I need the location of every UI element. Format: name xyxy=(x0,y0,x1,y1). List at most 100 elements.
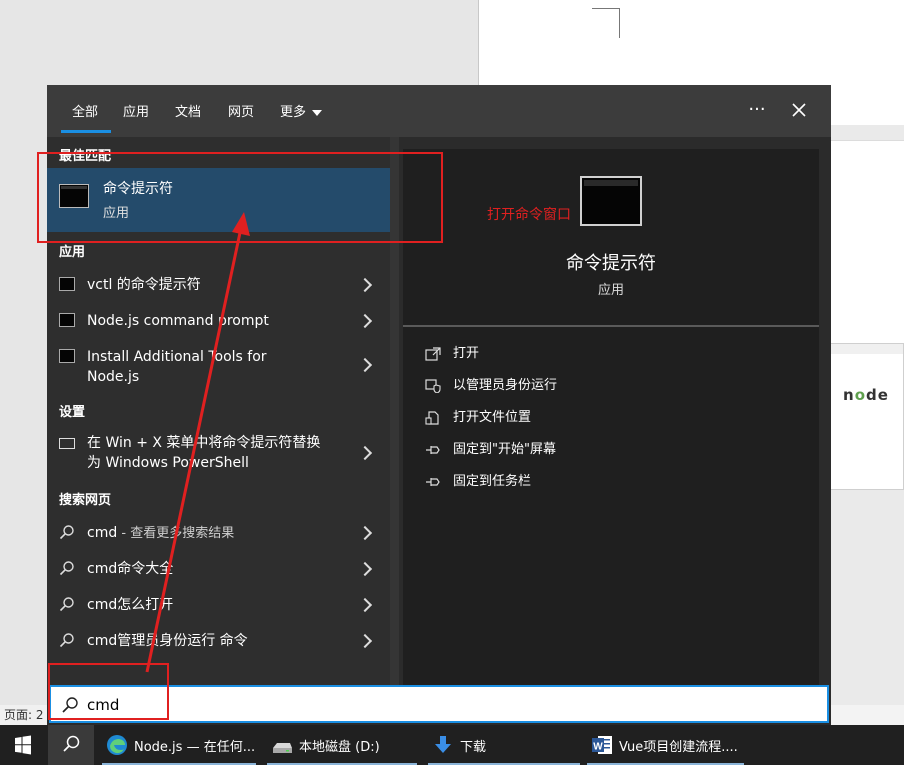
taskbar-app-explorer[interactable]: 本地磁盘 (D:) xyxy=(263,725,421,765)
list-item[interactable]: cmd管理员身份运行 命令 xyxy=(47,627,390,655)
detail-title: 命令提示符 xyxy=(566,253,656,274)
ellipsis-icon[interactable]: ··· xyxy=(744,97,770,123)
monitor-icon xyxy=(59,438,75,449)
node-logo: node xyxy=(843,386,889,404)
list-item[interactable]: Install Additional Tools for Node.js xyxy=(47,343,390,387)
list-item-label: cmd怎么打开 xyxy=(87,597,174,613)
command-prompt-icon xyxy=(59,277,75,291)
tab-all[interactable]: 全部 xyxy=(72,101,98,120)
edge-icon xyxy=(107,735,127,755)
action-open-file-location[interactable]: 打开文件位置 xyxy=(425,408,531,428)
taskbar-app-label: Node.js — 在任何... xyxy=(134,740,256,755)
chevron-down-icon xyxy=(312,109,323,116)
drive-icon xyxy=(273,743,292,753)
search-icon xyxy=(59,597,74,612)
taskbar: Node.js — 在任何... 本地磁盘 (D:) 下载 W Vue项目创建流… xyxy=(0,725,904,765)
list-item-label: Install Additional Tools for Node.js xyxy=(87,349,267,385)
tab-web[interactable]: 网页 xyxy=(228,101,254,120)
search-icon xyxy=(62,697,78,713)
action-pin-to-start[interactable]: 固定到"开始"屏幕 xyxy=(425,440,556,460)
list-item-label: cmd命令大全 xyxy=(87,561,174,577)
list-item[interactable]: Node.js command prompt xyxy=(47,307,390,335)
list-item-label: cmd - 查看更多搜索结果 xyxy=(87,523,357,544)
detail-pane: 命令提示符 应用 打开 以管理员身份运行 打开文件位置 固定到"开始"屏幕 固定… xyxy=(403,149,819,685)
list-item[interactable]: cmd怎么打开 xyxy=(47,591,390,619)
results-scrollbar[interactable] xyxy=(390,137,399,685)
settings-header: 设置 xyxy=(59,405,86,420)
action-label: 打开 xyxy=(453,346,480,361)
list-item-label: cmd管理员身份运行 命令 xyxy=(87,633,248,649)
pin-icon xyxy=(426,446,440,454)
chevron-right-icon[interactable] xyxy=(357,525,373,541)
detail-divider xyxy=(403,325,819,327)
taskbar-app-word[interactable]: W Vue项目创建流程.... xyxy=(583,725,748,765)
tab-apps[interactable]: 应用 xyxy=(123,101,149,120)
tab-documents[interactable]: 文档 xyxy=(175,101,201,120)
taskbar-app-label: 下载 xyxy=(460,740,487,755)
best-match-header: 最佳匹配 xyxy=(59,149,112,164)
chevron-right-icon[interactable] xyxy=(357,597,373,613)
pin-icon xyxy=(426,478,440,486)
start-button[interactable] xyxy=(0,725,46,765)
action-label: 打开文件位置 xyxy=(453,410,532,425)
command-prompt-icon xyxy=(580,176,642,226)
search-icon xyxy=(59,633,74,648)
tab-more-label: 更多 xyxy=(280,105,307,120)
windows-logo-icon xyxy=(15,735,31,755)
chevron-right-icon[interactable] xyxy=(357,357,373,373)
command-prompt-icon xyxy=(59,349,75,363)
search-box[interactable] xyxy=(49,685,829,723)
search-icon xyxy=(59,525,74,540)
web-search-header: 搜索网页 xyxy=(59,493,112,508)
word-icon: W xyxy=(592,736,612,754)
open-icon xyxy=(425,347,441,361)
document-corner-mark xyxy=(592,8,620,38)
action-label: 固定到任务栏 xyxy=(453,474,532,489)
search-tabs-bar: 全部 应用 文档 网页 更多 ··· xyxy=(47,85,831,137)
list-item-label: vctl 的命令提示符 xyxy=(87,277,201,293)
chevron-right-icon[interactable] xyxy=(357,313,373,329)
start-search-panel: 全部 应用 文档 网页 更多 ··· 最佳匹配 命令提示符 应用 应用 vctl… xyxy=(47,85,831,725)
chevron-right-icon[interactable] xyxy=(357,633,373,649)
action-run-as-admin[interactable]: 以管理员身份运行 xyxy=(425,376,557,396)
best-match-subtitle: 应用 xyxy=(103,206,130,221)
chevron-right-icon[interactable] xyxy=(357,445,373,461)
close-icon[interactable] xyxy=(786,97,812,123)
annotation-label: 打开命令窗口 xyxy=(487,207,571,223)
list-item-label: 在 Win + X 菜单中将命令提示符替换为 Windows PowerShel… xyxy=(87,435,321,471)
list-item[interactable]: 在 Win + X 菜单中将命令提示符替换为 Windows PowerShel… xyxy=(47,431,390,475)
list-item[interactable]: cmd - 查看更多搜索结果 xyxy=(47,519,390,547)
taskbar-app-label: 本地磁盘 (D:) xyxy=(299,740,380,755)
active-tab-indicator xyxy=(61,130,111,133)
action-pin-to-taskbar[interactable]: 固定到任务栏 xyxy=(425,472,531,492)
command-prompt-icon xyxy=(59,313,75,327)
taskbar-search-button[interactable] xyxy=(48,725,94,765)
taskbar-app-edge[interactable]: Node.js — 在任何... xyxy=(98,725,260,765)
svg-text:W: W xyxy=(593,742,603,753)
chevron-right-icon[interactable] xyxy=(357,561,373,577)
search-input[interactable] xyxy=(87,693,787,717)
action-label: 以管理员身份运行 xyxy=(453,378,558,393)
action-open[interactable]: 打开 xyxy=(425,344,479,364)
list-item[interactable]: vctl 的命令提示符 xyxy=(47,271,390,299)
best-match-title: 命令提示符 xyxy=(103,181,173,197)
results-list: 最佳匹配 命令提示符 应用 应用 vctl 的命令提示符 Node.js com… xyxy=(47,137,390,685)
search-icon xyxy=(59,561,74,576)
apps-header: 应用 xyxy=(59,245,86,260)
document-page-indicator: 页面: 2 xyxy=(0,705,48,725)
node-setup-titlebar xyxy=(831,344,903,354)
list-item-label: Node.js command prompt xyxy=(87,313,269,329)
search-icon xyxy=(63,735,80,752)
action-label: 固定到"开始"屏幕 xyxy=(453,442,556,457)
detail-subtitle: 应用 xyxy=(597,283,624,298)
chevron-right-icon[interactable] xyxy=(357,277,373,293)
tab-more[interactable]: 更多 xyxy=(280,101,323,120)
download-icon xyxy=(435,736,451,753)
file-location-icon xyxy=(425,411,439,425)
background-node-setup-window: node xyxy=(830,343,904,490)
web-query-suffix: - 查看更多搜索结果 xyxy=(117,526,235,541)
list-item[interactable]: cmd命令大全 xyxy=(47,555,390,583)
best-match-item[interactable]: 命令提示符 应用 xyxy=(47,168,390,232)
command-prompt-icon xyxy=(59,184,89,208)
taskbar-app-downloads[interactable]: 下载 xyxy=(424,725,584,765)
